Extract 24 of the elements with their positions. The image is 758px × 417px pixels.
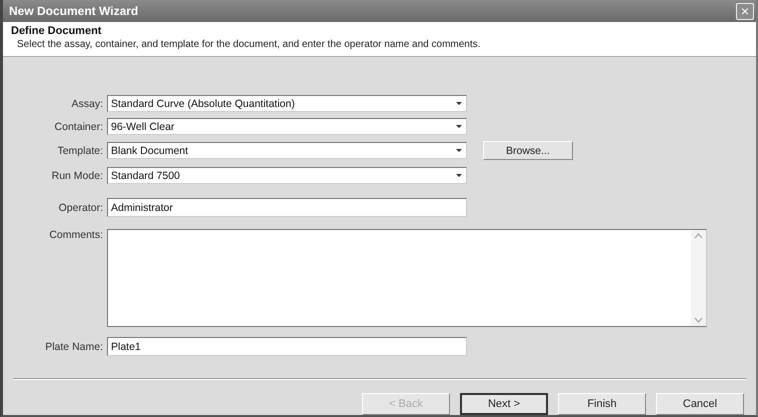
comments-field[interactable] xyxy=(107,229,707,327)
step-description: Select the assay, container, and template for the document, and enter the operator name and comments. xyxy=(16,39,482,50)
wizard-button[interactable]: Finish xyxy=(558,393,646,415)
window-title: New Document Wizard xyxy=(9,4,138,18)
field-label: Comments: xyxy=(48,229,104,241)
input-field[interactable]: Plate1 xyxy=(107,337,467,356)
scroll-down-icon[interactable] xyxy=(694,317,703,323)
scroll-up-icon[interactable] xyxy=(694,233,703,239)
field-label: Template: xyxy=(56,144,104,156)
dropdown-field[interactable]: Standard Curve (Absolute Quantitation) xyxy=(107,95,467,112)
browse-button[interactable]: Browse... xyxy=(483,141,573,160)
field-label: Operator: xyxy=(58,202,104,214)
input-field[interactable]: Administrator xyxy=(107,198,467,217)
wizard-button[interactable]: Cancel xyxy=(656,393,744,415)
field-label: Plate Name: xyxy=(44,340,104,352)
step-title: Define Document xyxy=(11,25,102,37)
field-label: Container: xyxy=(54,120,104,132)
field-label: Run Mode: xyxy=(50,170,104,182)
dropdown-field[interactable]: 96-Well Clear xyxy=(107,118,467,135)
field-label: Assay: xyxy=(70,98,104,110)
dropdown-field[interactable]: Blank Document xyxy=(107,142,467,159)
wizard-button[interactable]: Next > xyxy=(460,393,548,415)
scrollbar[interactable] xyxy=(691,230,706,326)
dropdown-field[interactable]: Standard 7500 xyxy=(107,167,467,184)
